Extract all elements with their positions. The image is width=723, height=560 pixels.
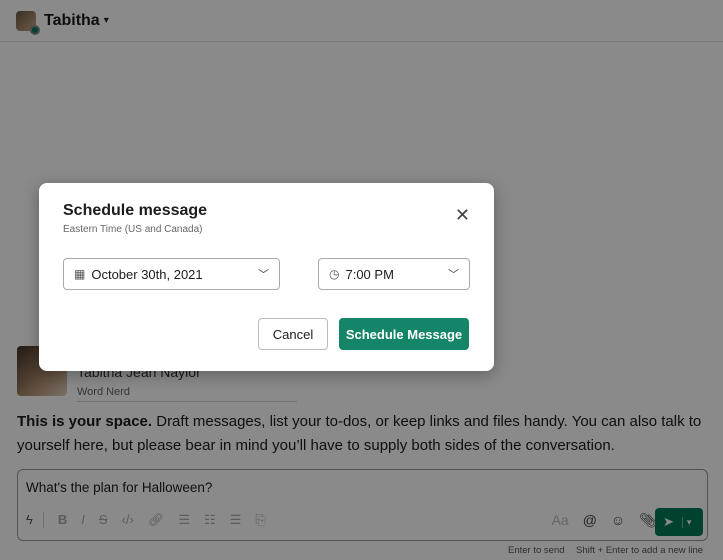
schedule-message-button[interactable]: Schedule Message [339,318,469,350]
date-select[interactable]: ▦ October 30th, 2021 ﹀ [63,258,280,290]
dialog-title: Schedule message [63,202,208,219]
time-value: 7:00 PM [345,266,394,282]
date-value: October 30th, 2021 [91,266,203,282]
cancel-button[interactable]: Cancel [258,318,328,350]
schedule-message-dialog: Schedule message Eastern Time (US and Ca… [39,183,494,371]
calendar-icon: ▦ [74,267,86,281]
chevron-down-icon: ﹀ [448,269,459,281]
time-select[interactable]: ◷ 7:00 PM ﹀ [318,258,470,290]
clock-icon: ◷ [329,267,340,281]
close-icon[interactable]: ✕ [455,205,470,226]
timezone-label: Eastern Time (US and Canada) [63,224,203,235]
chevron-down-icon: ﹀ [258,269,269,281]
